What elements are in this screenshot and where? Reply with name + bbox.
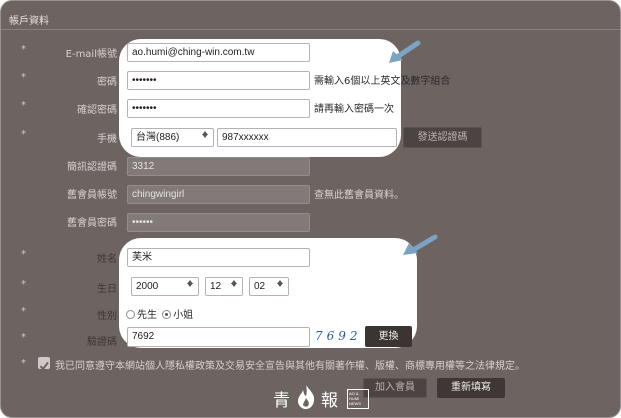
confirm-password-hint: 請再輸入密碼一次 xyxy=(314,104,394,115)
section-title: 帳戶資料 xyxy=(9,16,49,27)
old-account-hint: 查無此舊會員資料。 xyxy=(314,190,404,201)
captcha-field[interactable]: 7692 xyxy=(127,327,310,347)
required-mark: * xyxy=(21,72,26,83)
required-mark: * xyxy=(21,332,26,343)
birth-day-select[interactable]: 02 xyxy=(249,277,289,296)
flame-icon xyxy=(298,385,315,409)
sms-code-label: 簡訊認證碼 xyxy=(67,162,117,173)
gender-female-label: 小姐 xyxy=(173,310,194,321)
required-mark: * xyxy=(21,100,26,111)
password-label: 密碼 xyxy=(97,77,117,88)
gender-female-option[interactable]: 小姐 xyxy=(162,310,193,321)
birth-year-select[interactable]: 2000 xyxy=(131,277,199,296)
consent-text: 我已同意遵守本網站個人隱私權政策及交易安全宣告與其他有關著作權、版權、商標專用權… xyxy=(55,361,525,372)
old-account-label: 舊會員帳號 xyxy=(67,190,117,201)
required-mark: * xyxy=(21,249,26,260)
account-form-panel: 帳戶資料 * E-mail帳號 ao.humi@ching-win.com.tw… xyxy=(0,0,621,418)
old-account-field[interactable]: chingwingirl xyxy=(127,185,310,204)
required-mark: * xyxy=(21,279,26,290)
arrow-icon xyxy=(403,234,438,255)
required-mark: * xyxy=(21,306,26,317)
checkmark-icon xyxy=(39,361,49,371)
phone-field[interactable]: 987xxxxxx xyxy=(217,128,397,147)
email-field[interactable]: ao.humi@ching-win.com.tw xyxy=(127,43,310,62)
sms-code-field[interactable]: 3312 xyxy=(127,157,310,176)
gender-label: 性別 xyxy=(97,311,117,322)
watermark-small-text: AO & HUMI NEWS xyxy=(349,391,361,406)
phone-label: 手機 xyxy=(97,134,117,145)
required-mark: * xyxy=(21,44,26,55)
name-label: 姓名 xyxy=(97,254,117,265)
radio-selected-icon xyxy=(162,310,172,319)
gender-options: 先生 小姐 xyxy=(126,306,193,321)
reset-button[interactable]: 重新填寫 xyxy=(437,378,505,398)
watermark-char-1: 青 xyxy=(273,391,290,411)
section-divider xyxy=(1,29,620,30)
birthday-label: 生日 xyxy=(97,284,117,295)
email-label: E-mail帳號 xyxy=(65,49,117,60)
watermark-logo: 青 報 AO & HUMI NEWS xyxy=(273,384,373,414)
refresh-captcha-button[interactable]: 更換 xyxy=(365,326,412,347)
old-password-label: 舊會員密碼 xyxy=(67,218,117,229)
old-password-field[interactable]: •••••• xyxy=(127,213,310,232)
password-field[interactable]: ••••••• xyxy=(127,71,310,90)
captcha-image: 7692 xyxy=(315,329,362,343)
required-mark: * xyxy=(21,129,26,140)
gender-male-label: 先生 xyxy=(137,310,157,321)
gender-male-option[interactable]: 先生 xyxy=(126,310,157,321)
country-code-select[interactable]: 台灣(886) xyxy=(131,128,214,147)
arrow-icon xyxy=(389,40,421,63)
birth-month-value: 12 xyxy=(210,281,222,292)
birth-year-value: 2000 xyxy=(136,281,159,292)
password-hint: 需輸入6個以上英文及數字組合 xyxy=(314,76,451,87)
name-field[interactable]: 芙米 xyxy=(127,248,310,267)
confirm-password-field[interactable]: ••••••• xyxy=(127,99,310,118)
birth-month-select[interactable]: 12 xyxy=(205,277,243,296)
captcha-label: 驗證碼 xyxy=(87,337,117,348)
radio-icon xyxy=(126,310,135,319)
country-code-value: 台灣(886) xyxy=(136,132,180,143)
required-mark: * xyxy=(21,358,26,369)
confirm-password-label: 確認密碼 xyxy=(77,105,117,116)
send-code-button[interactable]: 發送認證碼 xyxy=(403,127,482,148)
consent-checkbox[interactable] xyxy=(38,357,50,371)
watermark-small-logo: AO & HUMI NEWS xyxy=(347,389,369,409)
watermark-char-3: 報 xyxy=(321,391,338,411)
birth-day-value: 02 xyxy=(254,281,266,292)
